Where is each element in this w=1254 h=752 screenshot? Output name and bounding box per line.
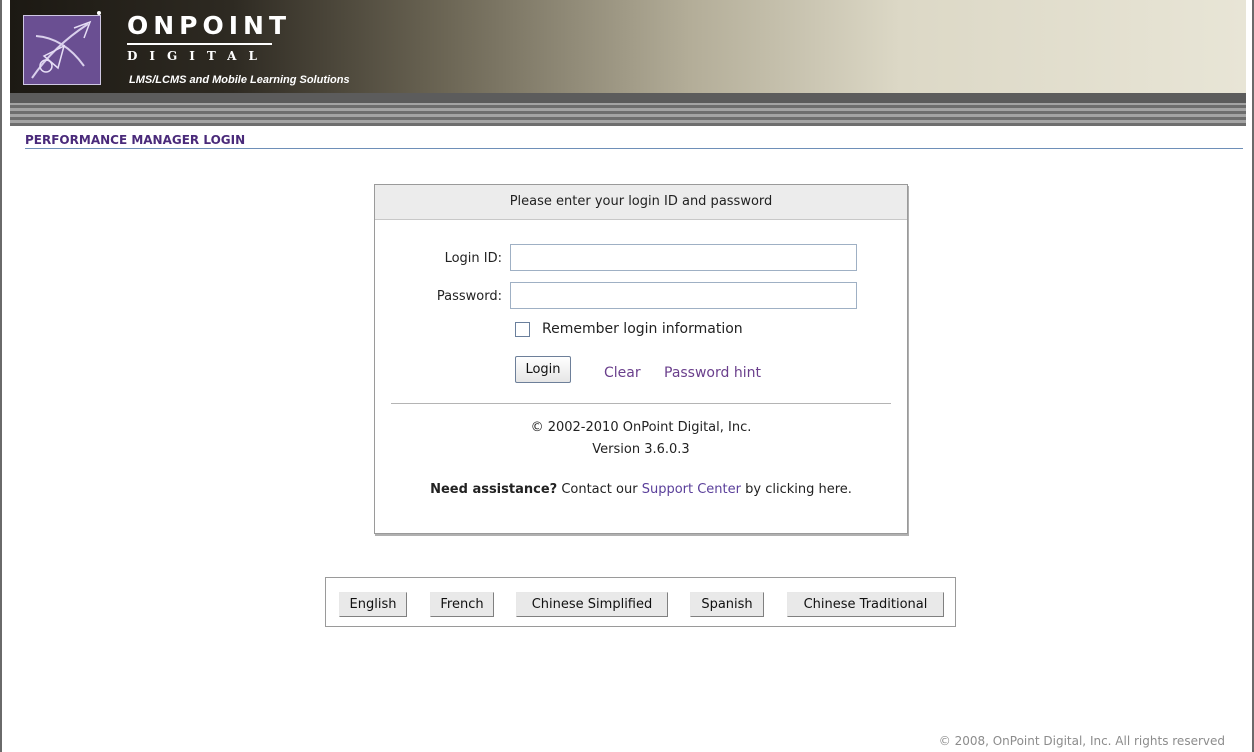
login-panel: Please enter your login ID and password … — [374, 184, 908, 534]
header-banner: ONPOINT DIGITAL LMS/LCMS and Mobile Lear… — [10, 0, 1246, 93]
version-text: Version 3.6.0.3 — [592, 442, 690, 457]
page-title: PERFORMANCE MANAGER LOGIN — [25, 133, 246, 147]
language-button-chinese-traditional[interactable]: Chinese Traditional — [787, 592, 944, 617]
title-divider — [25, 148, 1243, 149]
language-button-french[interactable]: French — [430, 592, 494, 617]
language-button-english[interactable]: English — [339, 592, 407, 617]
support-center-link[interactable]: Support Center — [642, 482, 741, 497]
login-button[interactable]: Login — [515, 356, 571, 383]
password-label: Password: — [436, 289, 502, 304]
login-panel-heading: Please enter your login ID and password — [375, 185, 907, 220]
brand-tagline: LMS/LCMS and Mobile Learning Solutions — [129, 74, 350, 86]
panel-divider — [391, 403, 891, 404]
password-input[interactable] — [510, 282, 857, 309]
assistance-text-part2: by clicking here. — [740, 482, 852, 497]
assistance-text: Need assistance? Contact our Support Cen… — [375, 482, 907, 498]
onpoint-logo-icon — [23, 15, 101, 85]
brand-title: ONPOINT — [127, 11, 292, 40]
password-hint-link[interactable]: Password hint — [664, 365, 761, 381]
remember-row[interactable]: Remember login information — [515, 320, 743, 338]
language-button-spanish[interactable]: Spanish — [690, 592, 764, 617]
page: ONPOINT DIGITAL LMS/LCMS and Mobile Lear… — [0, 0, 1254, 752]
remember-checkbox[interactable] — [515, 321, 530, 337]
brand-divider — [127, 43, 272, 45]
assistance-text-part1: Contact our — [557, 482, 642, 497]
header-stripes-top — [10, 93, 1246, 103]
language-bar: English French Chinese Simplified Spanis… — [325, 577, 956, 627]
header-dot — [97, 11, 101, 15]
copyright-text: © 2002-2010 OnPoint Digital, Inc. — [530, 420, 752, 435]
clear-link[interactable]: Clear — [604, 365, 641, 381]
brand-subtitle: DIGITAL — [127, 49, 269, 63]
remember-label[interactable]: Remember login information — [542, 321, 743, 337]
login-id-label: Login ID: — [444, 251, 502, 266]
language-button-chinese-simplified[interactable]: Chinese Simplified — [516, 592, 668, 617]
assistance-heading: Need assistance? — [430, 482, 558, 497]
footer-copyright: © 2008, OnPoint Digital, Inc. All rights… — [938, 734, 1225, 748]
login-id-input[interactable] — [510, 244, 857, 271]
